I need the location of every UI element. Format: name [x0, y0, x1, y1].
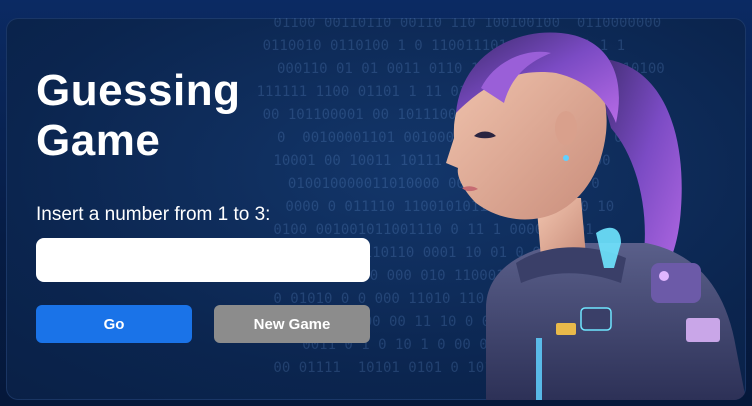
character-illustration [446, 32, 746, 400]
number-input[interactable] [36, 238, 370, 282]
game-card: 01100 00110110 00110 110 100100100 01100… [6, 18, 746, 400]
number-prompt-label: Insert a number from 1 to 3: [36, 204, 271, 225]
go-button[interactable]: Go [36, 305, 192, 343]
new-game-button[interactable]: New Game [214, 305, 370, 343]
page-title: Guessing Game [36, 66, 241, 165]
